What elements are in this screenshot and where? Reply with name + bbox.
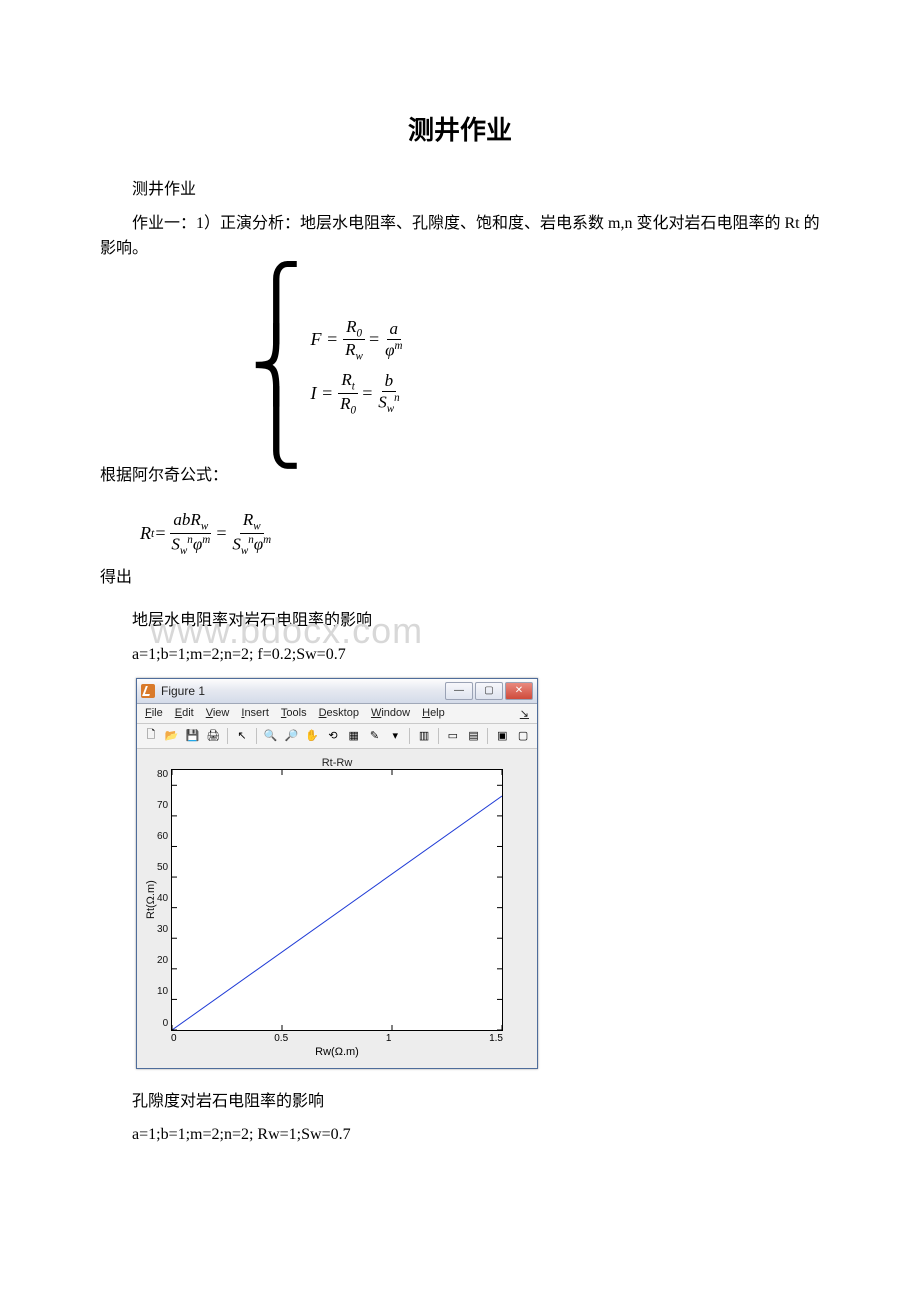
dock-icon[interactable]: ▣	[493, 727, 511, 745]
print-icon[interactable]: 🖨	[204, 727, 222, 745]
plot-area: Rt-Rw Rt(Ω.m) 80 70 60 50 40 30 20 10 0	[137, 749, 537, 1068]
menu-file[interactable]: File	[145, 707, 163, 720]
chart-svg	[172, 770, 502, 1030]
undock-icon[interactable]: ▢	[514, 727, 532, 745]
brush-icon[interactable]: ✎	[366, 727, 384, 745]
paragraph: 作业一：1）正演分析：地层水电阻率、孔隙度、饱和度、岩电系数 m,n 变化对岩石…	[100, 211, 820, 262]
archie-formula-block: ⎧⎨⎩ F = R0 Rw = a φm I =	[100, 272, 820, 461]
matlab-icon	[141, 684, 155, 698]
save-icon[interactable]: 💾	[184, 727, 202, 745]
window-title: Figure 1	[161, 684, 445, 698]
axes-icon[interactable]: ▤	[465, 727, 483, 745]
y-axis-label: Rt(Ω.m)	[143, 769, 157, 1031]
params-line: a=1;b=1;m=2;n=2; Rw=1;Sw=0.7	[100, 1122, 820, 1148]
paragraph: 测井作业	[100, 177, 820, 203]
zoom-in-icon[interactable]: 🔍	[262, 727, 280, 745]
chart-title: Rt-Rw	[143, 755, 531, 769]
rt-formula: Rt = abRw Swnφm = Rw Swnφm	[140, 506, 820, 560]
window-titlebar[interactable]: Figure 1 — ▢ ✕	[137, 679, 537, 704]
colorbar-icon[interactable]: ▥	[415, 727, 433, 745]
menu-tools[interactable]: Tools	[281, 707, 307, 720]
datacursor-icon[interactable]: ▦	[345, 727, 363, 745]
legend-icon[interactable]: ▭	[444, 727, 462, 745]
menubar: File Edit View Insert Tools Desktop Wind…	[137, 704, 537, 724]
pointer-icon[interactable]: ↖	[233, 727, 251, 745]
left-brace-icon: ⎧⎨⎩	[250, 272, 303, 461]
x-axis-ticks: 0 0.5 1 1.5	[171, 1031, 503, 1044]
zoom-out-icon[interactable]: 🔎	[283, 727, 301, 745]
close-button[interactable]: ✕	[505, 682, 533, 700]
matlab-figure-window: Figure 1 — ▢ ✕ File Edit View Insert Too…	[136, 678, 538, 1069]
formula-intro-label: 根据阿尔奇公式：	[100, 463, 820, 489]
params-line: a=1;b=1;m=2;n=2; f=0.2;Sw=0.7	[100, 642, 820, 668]
open-icon[interactable]: 📂	[163, 727, 181, 745]
minimize-button[interactable]: —	[445, 682, 473, 700]
menu-desktop[interactable]: Desktop	[319, 707, 359, 720]
maximize-button[interactable]: ▢	[475, 682, 503, 700]
menu-overflow-icon[interactable]: ↘	[520, 707, 529, 720]
pan-icon[interactable]: ✋	[303, 727, 321, 745]
menu-view[interactable]: View	[206, 707, 230, 720]
chart-axes[interactable]	[171, 769, 503, 1031]
y-axis-ticks: 80 70 60 50 40 30 20 10 0	[157, 769, 171, 1029]
x-axis-label: Rw(Ω.m)	[171, 1044, 503, 1058]
page-title: 测井作业	[100, 110, 820, 147]
section-heading: 地层水电阻率对岩石电阻率的影响	[100, 608, 820, 634]
new-icon[interactable]: 🗋	[142, 727, 160, 745]
section-heading: 孔隙度对岩石电阻率的影响	[100, 1089, 820, 1115]
menu-window[interactable]: Window	[371, 707, 410, 720]
menu-edit[interactable]: Edit	[175, 707, 194, 720]
link-icon[interactable]: ▾	[386, 727, 404, 745]
derive-label: 得出	[100, 565, 820, 591]
rotate-icon[interactable]: ⟲	[324, 727, 342, 745]
toolbar: 🗋 📂 💾 🖨 ↖ 🔍 🔎 ✋ ⟲ ▦ ✎ ▾ ▥ ▭ ▤ ▣ ▢	[137, 724, 537, 749]
menu-insert[interactable]: Insert	[241, 707, 269, 720]
menu-help[interactable]: Help	[422, 707, 445, 720]
